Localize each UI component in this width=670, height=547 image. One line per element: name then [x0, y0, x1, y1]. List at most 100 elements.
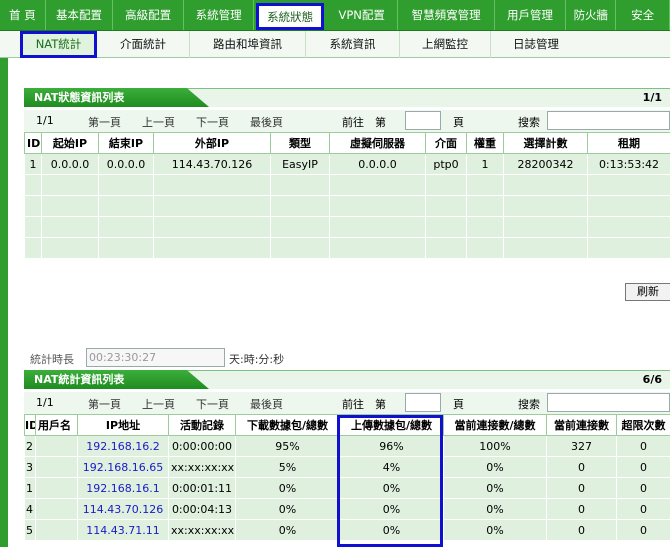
cell-over-limit: 0	[616, 519, 670, 541]
pager-goto-input[interactable]	[405, 111, 441, 130]
cell	[270, 216, 330, 238]
cell	[41, 174, 99, 196]
tab-system-management[interactable]: 系統管理	[184, 0, 255, 30]
tab-firewall[interactable]: 防火牆	[566, 0, 617, 30]
pager-first-link[interactable]: 第一頁	[88, 114, 121, 130]
tab-advanced-config[interactable]: 高級配置	[113, 0, 184, 30]
pager-goto-di-label: 第	[375, 116, 386, 129]
cell-activity: 0:00:01:11	[168, 477, 236, 499]
pager-next-link[interactable]: 下一頁	[196, 396, 229, 412]
tab-vpn-config[interactable]: VPN配置	[326, 0, 399, 30]
sub-tab-nat-stats[interactable]: NAT統計	[20, 30, 97, 58]
pager-last-link[interactable]: 最後頁	[250, 396, 283, 412]
nat-stats-header-row: ID 用戶名 IP地址 活動記錄 下載數據包/總數 上傳數據包/總數 當前連接數…	[24, 414, 670, 436]
cell-over-limit: 0	[616, 498, 670, 520]
cell-upload: 0%	[339, 519, 444, 541]
cell: 0.0.0.0	[41, 153, 99, 175]
cell-username	[35, 456, 78, 478]
nat-status-pager: 1/1 第一頁 上一頁 下一頁 最後頁 前往 第 頁 搜索	[24, 110, 670, 132]
pager-search-input[interactable]	[547, 111, 670, 130]
cell-conn-current: 0	[546, 519, 617, 541]
cell: 0:13:53:42	[587, 153, 670, 175]
col-external-ip: 外部IP	[153, 132, 271, 154]
tab-bandwidth-management[interactable]: 智慧頻寬管理	[398, 0, 495, 30]
cell-over-limit: 0	[616, 435, 670, 457]
cell	[329, 216, 426, 238]
cell-ip-link[interactable]: 192.168.16.2	[77, 435, 169, 457]
tab-user-management[interactable]: 用戶管理	[495, 0, 567, 30]
pager-last-link[interactable]: 最後頁	[250, 114, 283, 130]
cell	[270, 174, 330, 196]
cell	[503, 216, 588, 238]
cell	[466, 237, 504, 259]
cell	[329, 174, 426, 196]
cell-id: 4	[24, 498, 36, 520]
cell	[425, 216, 467, 238]
cell-activity: 0:00:04:13	[168, 498, 236, 520]
cell-conn-current: 327	[546, 435, 617, 457]
sub-tab-log-management[interactable]: 日誌管理	[491, 31, 581, 58]
cell	[24, 216, 42, 238]
cell	[329, 195, 426, 217]
cell-id: 5	[24, 519, 36, 541]
top-menu-bar: 首 頁 基本配置 高級配置 系統管理 系統狀態 VPN配置 智慧頻寬管理 用戶管…	[0, 0, 670, 31]
col-id: ID	[24, 414, 36, 436]
table-row	[24, 195, 670, 217]
nat-status-header-row: ID 起始IP 結束IP 外部IP 類型 虛擬伺服器 介面 權重 選擇計數 租期	[24, 132, 670, 154]
pager-next-link[interactable]: 下一頁	[196, 114, 229, 130]
col-interface: 介面	[425, 132, 467, 154]
cell-conn-total: 0%	[443, 519, 547, 541]
cell-conn-total: 0%	[443, 456, 547, 478]
cell-upload: 4%	[339, 456, 444, 478]
sub-menu-spacer	[0, 31, 20, 58]
cell-conn-total: 0%	[443, 477, 547, 499]
pager-prev-link[interactable]: 上一頁	[142, 396, 175, 412]
cell-conn-current: 0	[546, 498, 617, 520]
cell	[41, 216, 99, 238]
cell	[587, 174, 670, 196]
cell	[24, 195, 42, 217]
cell-download: 95%	[235, 435, 340, 457]
cell: 1	[466, 153, 504, 175]
refresh-button[interactable]: 刷新	[625, 283, 670, 301]
cell	[329, 237, 426, 259]
pager-search-input[interactable]	[547, 393, 670, 412]
col-virtual-server: 虛擬伺服器	[329, 132, 426, 154]
cell	[153, 216, 271, 238]
cell-ip-link[interactable]: 192.168.16.65	[77, 456, 169, 478]
cell	[153, 195, 271, 217]
col-type: 類型	[270, 132, 330, 154]
tab-basic-config[interactable]: 基本配置	[46, 0, 114, 30]
pager-first-link[interactable]: 第一頁	[88, 396, 121, 412]
pager-prev-link[interactable]: 上一頁	[142, 114, 175, 130]
col-username: 用戶名	[35, 414, 78, 436]
nat-status-title: NAT狀態資訊列表	[24, 88, 209, 107]
cell	[98, 216, 154, 238]
nat-stats-count: 6/6	[642, 373, 662, 386]
pager-search-label: 搜索	[518, 116, 540, 129]
cell-activity: xx:xx:xx:xx	[168, 456, 236, 478]
sub-tab-system-info[interactable]: 系統資訊	[306, 30, 400, 58]
cell-over-limit: 0	[616, 456, 670, 478]
cell: 114.43.70.126	[153, 153, 271, 175]
sub-tab-internet-monitor[interactable]: 上網監控	[400, 30, 491, 58]
cell: 1	[24, 153, 42, 175]
stat-duration-field: 00:23:30:27	[86, 348, 225, 367]
cell: ptp0	[425, 153, 467, 175]
cell	[425, 174, 467, 196]
tab-home[interactable]: 首 頁	[0, 0, 46, 30]
pager-goto-input[interactable]	[405, 393, 441, 412]
cell-ip-link[interactable]: 114.43.71.11	[77, 519, 169, 541]
sub-tab-interface-stats[interactable]: 介面統計	[97, 30, 190, 58]
tab-system-status[interactable]: 系統狀態	[256, 3, 324, 30]
table-row	[24, 237, 670, 259]
cell-ip-link[interactable]: 192.168.16.1	[77, 477, 169, 499]
sub-tab-route-port-info[interactable]: 路由和埠資訊	[190, 30, 306, 58]
col-ip-address: IP地址	[77, 414, 169, 436]
cell-id: 2	[24, 435, 36, 457]
tab-security[interactable]: 安全	[616, 0, 670, 30]
cell-username	[35, 477, 78, 499]
cell	[503, 237, 588, 259]
cell-ip-link[interactable]: 114.43.70.126	[77, 498, 169, 520]
cell	[24, 237, 42, 259]
